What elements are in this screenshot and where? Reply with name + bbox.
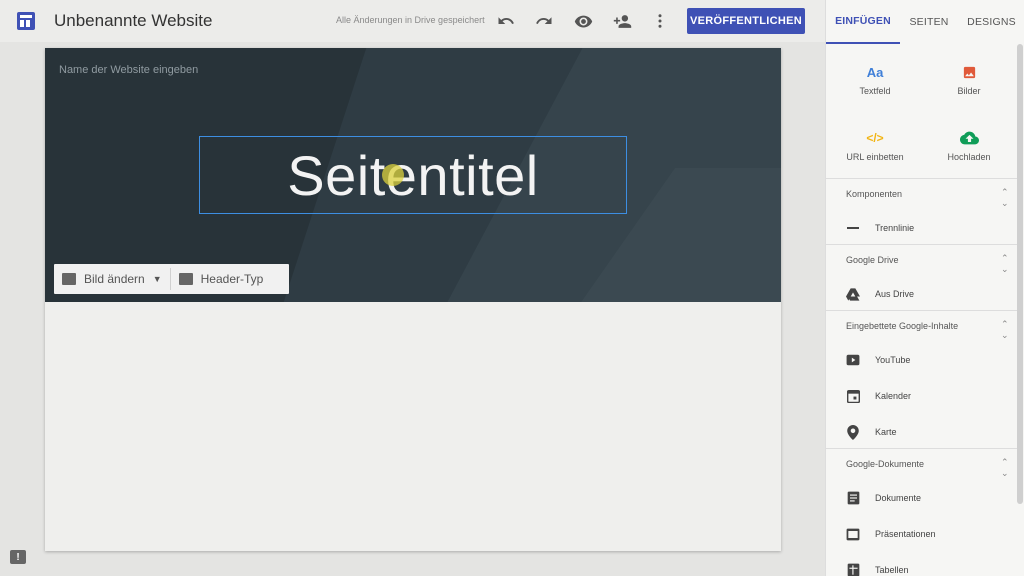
upload-label: Hochladen (947, 152, 991, 162)
text-icon: Aa (866, 64, 884, 80)
insert-images-label: Bilder (957, 86, 981, 96)
page-title-box[interactable]: Seitentitel (199, 136, 627, 214)
publish-button[interactable]: VERÖFFENTLICHEN (687, 8, 805, 34)
embed-url-label: URL einbetten (846, 152, 904, 162)
site-name-input[interactable]: Name der Website eingeben (59, 64, 198, 76)
header-toolbar: Bild ändern ▼ Header-Typ (54, 264, 289, 294)
item-label: Präsentationen (875, 529, 936, 539)
page-header[interactable]: Name der Website eingeben Seitentitel Bi… (45, 48, 781, 302)
docs-icon (846, 491, 860, 505)
list-item-calendar[interactable]: Kalender (846, 389, 911, 403)
item-label: Trennlinie (875, 223, 915, 233)
item-label: Kalender (875, 391, 912, 401)
insert-images-button[interactable]: Bilder (924, 62, 1014, 96)
header-type-button[interactable]: Header-Typ (171, 264, 272, 294)
section-title: Komponenten (846, 189, 903, 199)
tab-pages[interactable]: SEITEN (900, 0, 958, 44)
page-canvas[interactable]: Name der Website eingeben Seitentitel Bi… (45, 48, 781, 551)
insert-textbox-label: Textfeld (859, 86, 891, 96)
image-icon (924, 62, 1014, 82)
collapse-icon[interactable]: ⌃ ⌄ (1001, 319, 1009, 341)
insert-textbox-button[interactable]: Aa Textfeld (830, 62, 920, 97)
list-item-divider[interactable]: Trennlinie (846, 221, 914, 235)
site-title[interactable]: Unbenannte Website (54, 11, 212, 31)
tab-designs[interactable]: DESIGNS (958, 0, 1024, 44)
drive-icon (846, 287, 860, 301)
undo-icon[interactable] (496, 11, 516, 31)
share-icon[interactable] (612, 11, 632, 31)
upload-button[interactable]: Hochladen (924, 128, 1014, 162)
top-bar: Unbenannte Website Alle Änderungen in Dr… (0, 0, 825, 42)
more-icon[interactable] (650, 11, 670, 31)
collapse-icon[interactable]: ⌃ ⌄ (1001, 187, 1009, 209)
item-label: Aus Drive (875, 289, 915, 299)
panel-tabs: EINFÜGEN SEITEN DESIGNS (826, 0, 1024, 44)
list-item-slides[interactable]: Präsentationen (846, 527, 936, 541)
preview-icon[interactable] (573, 11, 593, 31)
embed-icon: </> (866, 131, 884, 145)
section-google-drive: Google Drive ⌃ ⌄ Aus Drive (826, 244, 1017, 310)
caret-down-icon: ▼ (152, 274, 162, 284)
section-title: Google Drive (846, 255, 899, 265)
list-item-map[interactable]: Karte (846, 424, 897, 440)
upload-icon (924, 128, 1014, 148)
tab-insert[interactable]: EINFÜGEN (826, 0, 900, 44)
slides-icon (846, 527, 860, 541)
header-type-label: Header-Typ (200, 272, 264, 286)
section-title: Eingebettete Google-Inhalte (846, 321, 959, 331)
change-image-label: Bild ändern (84, 272, 145, 286)
sheets-icon (846, 563, 860, 576)
list-item-docs[interactable]: Dokumente (846, 491, 921, 505)
redo-icon[interactable] (534, 11, 554, 31)
item-label: Tabellen (875, 565, 909, 575)
embed-url-button[interactable]: </> URL einbetten (830, 128, 920, 162)
section-components: Komponenten ⌃ ⌄ Trennlinie (826, 178, 1017, 244)
section-google-docs: Google-Dokumente ⌃ ⌄ Dokumente Präsentati… (826, 448, 1017, 576)
divider-icon (846, 221, 860, 235)
section-title: Google-Dokumente (846, 459, 925, 469)
sites-logo-icon[interactable] (17, 12, 35, 30)
save-status: Alle Änderungen in Drive gespeichert (336, 15, 485, 25)
list-item-youtube[interactable]: YouTube (846, 353, 910, 367)
youtube-icon (846, 353, 860, 367)
collapse-icon[interactable]: ⌃ ⌄ (1001, 457, 1009, 479)
section-embedded-google: Eingebettete Google-Inhalte ⌃ ⌄ YouTube K… (826, 310, 1017, 448)
collapse-icon[interactable]: ⌃ ⌄ (1001, 253, 1009, 275)
list-item-from-drive[interactable]: Aus Drive (846, 287, 914, 301)
cursor-highlight (382, 164, 404, 186)
page-title[interactable]: Seitentitel (287, 143, 538, 208)
change-image-button[interactable]: Bild ändern ▼ (54, 264, 170, 294)
map-pin-icon (846, 424, 860, 440)
calendar-icon (846, 389, 860, 403)
panel-scrollbar[interactable] (1017, 44, 1023, 504)
header-type-icon (178, 273, 193, 285)
item-label: Karte (875, 427, 897, 437)
list-item-sheets[interactable]: Tabellen (846, 563, 909, 576)
image-icon (62, 273, 76, 285)
item-label: YouTube (875, 355, 911, 365)
item-label: Dokumente (875, 493, 922, 503)
feedback-icon[interactable]: ! (10, 550, 26, 564)
insert-panel: EINFÜGEN SEITEN DESIGNS Aa Textfeld Bild… (825, 0, 1024, 576)
